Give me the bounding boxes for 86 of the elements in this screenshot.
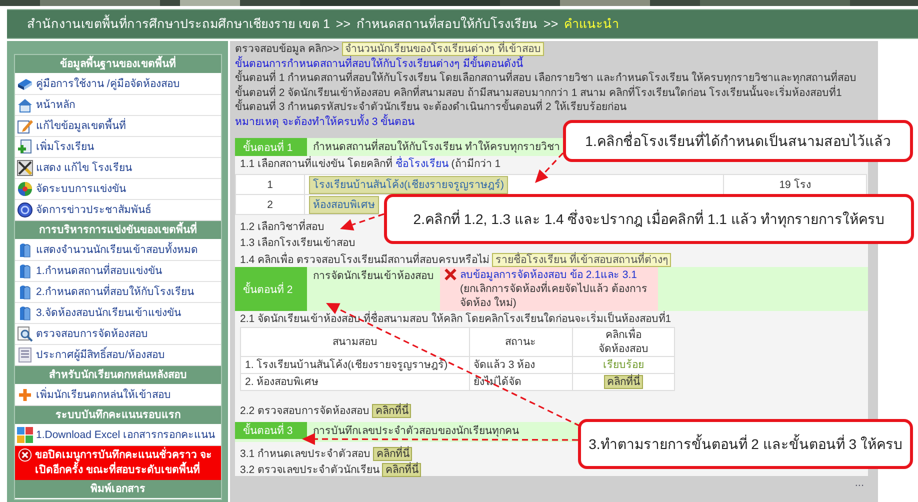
document-plus-icon xyxy=(17,139,33,155)
globe-icon xyxy=(17,181,33,197)
more-text: ... xyxy=(854,477,864,489)
steps-heading: ขั้นตอนการกำหนดสถานที่สอบให้กับโรงเรียนต่างๆ มีขั้นตอนดังนี้ xyxy=(235,56,524,70)
dashed-arrow xyxy=(535,152,564,183)
instruction-text: 1.3 เลือกโรงเรียนเข้าสอบ xyxy=(239,236,357,251)
sidebar-item[interactable]: แสดงจำนวนนักเรียนเข้าสอบทั้งหมด xyxy=(15,240,221,261)
sidebar-item[interactable]: เพิ่มโรงเรียน xyxy=(15,137,221,158)
sidebar-item[interactable]: 2.กำหนดสถานที่สอบให้กับโรงเรียน xyxy=(15,282,221,303)
document-stack-icon xyxy=(17,305,33,321)
note-text: หมายเหตุ จะต้องทำให้ครบทั้ง 3 ขั้นตอน xyxy=(235,114,416,129)
sidebar-item[interactable]: 1.Download Excel เอกสารกรอกคะแนน xyxy=(15,425,221,446)
status-text: เรียบร้อย xyxy=(602,359,644,371)
instruction-text: 1.2 เลือกวิชาที่สอบ xyxy=(239,219,326,235)
table-cell: 2. ห้องสอบพิเศษ xyxy=(240,374,469,390)
callout: 2.คลิกที่ 1.2, 1.3 และ 1.4 ซึ่งจะปรากฎ เมื่อคลิกที่ 1.1 แล้ว ทำทุกรายการให้ครบ xyxy=(384,194,914,244)
plus-icon xyxy=(17,387,33,403)
tools-icon xyxy=(17,160,33,176)
document-stack-icon xyxy=(17,263,33,279)
note-text: (ยกเลิกการจัดห้องที่เคยจัดไปแล้ว ต้องการจัดห้อง ใหม่) xyxy=(460,282,648,310)
instruction-text: 3.1 กำหนดเลขประจำตัวสอบ คลิกที่นี่ xyxy=(235,446,418,462)
dashed-arrow xyxy=(340,213,384,230)
instruction-text: 1.4 คลิกเพื่อ ตรวจสอบโรงเรียนมีสถานที่สอบครบหรือไม่ รายชื่อโรงเรียน ที่เข้าสอบสถานที่ต่างๆ xyxy=(235,251,676,267)
list-icon xyxy=(17,347,33,363)
breadcrumb-link[interactable]: กำหนดสถานที่สอบให้กับโรงเรียน xyxy=(356,14,538,34)
sidebar-item[interactable]: 1.กำหนดสถานที่สอบแข่งขัน xyxy=(15,261,221,282)
step-title: การจัดนักเรียนเข้าห้องสอบ xyxy=(312,269,435,284)
school-list-link[interactable]: รายชื่อโรงเรียน ที่เข้าสอบสถานที่ต่างๆ xyxy=(492,253,672,267)
table-cell: 1 xyxy=(236,174,304,194)
instruction-text: 2.1 จัดนักเรียนเข้าห้องสอบ ที่ชื่อสนามสอบ ให้คลิก โดยคลิกโรงเรียนใดก่อนจะเริ่มเป็นห้องสอบที่1 xyxy=(239,311,672,327)
section-header: ข้อมูลพื้นฐานของเขตพื้นที่ xyxy=(15,55,221,74)
callout: 1.คลิกชื่อโรงเรียนที่ได้กำหนดเป็นสนามสอบไว้แล้ว xyxy=(563,120,913,162)
click-here-button[interactable]: คลิกที่นี่ xyxy=(382,463,422,477)
sidebar-item[interactable]: แสดง แก้ไข โรงเรียน xyxy=(15,158,221,179)
sidebar-item[interactable]: จัดระบบการแข่งขัน xyxy=(15,179,221,200)
page-title: สำนักงานเขตพื้นที่การศึกษาประถมศึกษาเชียงราย เขต 1 xyxy=(27,14,330,34)
click-here-button[interactable]: คลิกที่นี่ xyxy=(604,375,643,389)
column-header: สถานะ xyxy=(469,328,572,356)
column-header: สนามสอบ xyxy=(240,328,469,356)
sidebar-item[interactable]: แก้ไขข้อมูลเขตพื้นที่ xyxy=(15,116,221,137)
step-badge: ขั้นตอนที่ 2 xyxy=(235,267,307,311)
step-badge: ขั้นตอนที่ 1 xyxy=(235,138,307,156)
section-header: พิมพ์เอกสาร xyxy=(15,480,221,499)
document-stack-icon xyxy=(17,284,33,300)
sidebar-item[interactable]: ประกาศผู้มีสิทธิ์สอบ/ห้องสอบ xyxy=(15,345,221,366)
school-link[interactable]: ห้องสอบพิเศษ xyxy=(309,196,379,214)
document-stack-icon xyxy=(17,242,33,258)
sidebar-item[interactable]: เพิ่มนักเรียนตกหล่นให้เข้าสอบ xyxy=(15,385,221,406)
step-title: การบันทึกเลขประจำตัวสอบของนักเรียนทุกคน xyxy=(312,424,520,439)
breadcrumb-link[interactable]: คำแนะนำ xyxy=(564,14,620,34)
sidebar-item[interactable]: จัดการข่าวประชาสัมพันธ์ xyxy=(15,200,221,221)
school-name-link[interactable]: ชื่อโรงเรียน xyxy=(395,158,448,170)
instruction-text: ขั้นตอนที่ 3 กำหนดรหัสประจำตัวนักเรียน จะต้องดำเนินการขั้นตอนที่ 2 ให้เรียบร้อยก่อน xyxy=(235,100,628,114)
breadcrumb-separator: >> xyxy=(544,17,558,31)
delete-icon xyxy=(444,268,457,281)
disc-icon xyxy=(17,202,33,218)
instruction-text: 2.2 ตรวจสอบการจัดห้องสอบ คลิกที่นี่ xyxy=(235,403,416,419)
click-here-button[interactable]: คลิกที่นี่ xyxy=(372,404,412,418)
step-title: กำหนดสถานที่สอบให้กับโรงเรียน ทำให้ครบทุกรายวิชา xyxy=(312,138,561,155)
column-header: คลิกเพื่อ จัดห้องสอบ xyxy=(572,328,674,356)
magnifier-icon xyxy=(17,326,33,342)
pencil-icon xyxy=(17,118,33,134)
section-header: การบริหารการแข่งขันของเขตพื้นที่ xyxy=(15,221,221,240)
table-cell: 1. โรงเรียนบ้านสันโค้ง(เชียงรายจรูญราษฎร์) xyxy=(240,356,469,374)
section-header: สำหรับนักเรียนตกหล่นหลังสอบ xyxy=(15,366,221,385)
instruction-text: 3.2 ตรวจเลขประจำตัวนักเรียน คลิกที่นี่ xyxy=(235,462,426,478)
prompt-text: ตรวจสอบข้อมูล คลิก>> xyxy=(235,43,340,55)
table-cell: 2 xyxy=(236,194,304,214)
instruction-text: ขั้นตอนที่ 1 กำหนดสถานที่สอบให้กับโรงเรียน โดยเลือกสถานที่สอบ เลือกรายวิชา และกำหนดโรงเรียน ให้ครบทุกรายวิชาและทุกสถานที่สอบ xyxy=(235,71,858,85)
table-cell: จัดแล้ว 3 ห้อง xyxy=(469,356,572,374)
click-here-button[interactable]: คลิกที่นี่ xyxy=(373,447,412,461)
error-icon xyxy=(18,448,32,462)
callout: 3.ทำตามรายการขั้นตอนที่ 2 และขั้นตอนที่ 3 ให้ครบ xyxy=(578,419,913,469)
notice-text: ขอปิดเมนูการบันทึกคะแนนชั่วคราว จะเปิดอีกครั้ง ขณะที่สอบระดับเขตพื้นที่ xyxy=(35,448,218,478)
report-link[interactable]: จำนวนนักเรียนของโรงเรียนต่างๆ ที่เข้าสอบ xyxy=(342,42,544,56)
delete-link[interactable]: ลบข้อมูลการจัดห้องสอบ ข้อ 2.1และ 3.1 xyxy=(460,269,637,281)
instruction-text: ขั้นตอนที่ 2 จัดนักเรียนเข้าห้องสอบ คลิกที่สนามสอบ ถ้ามีสนามสอบมากกว่า 1 สนาม คลิกที่โรงเรียนใดก่อน โรงเรียนนั้นจะเริ่มห้องสอบที่1 xyxy=(235,86,843,99)
school-link[interactable]: โรงเรียนบ้านสันโค้ง(เชียงรายจรูญราษฎร์) xyxy=(309,176,508,194)
house-icon xyxy=(17,97,33,113)
instruction-text: 1.1 เลือกสถานที่แข่งขัน โดยคลิกที่ ชื่อโรงเรียน (ถ้ามีกว่า 1 xyxy=(239,156,502,172)
book-icon xyxy=(17,76,33,92)
section-header: ระบบบันทึกคะแนนรอบแรก xyxy=(15,406,221,425)
step-badge: ขั้นตอนที่ 3 xyxy=(235,422,307,439)
breadcrumb-separator: >> xyxy=(336,17,351,31)
tiles-icon xyxy=(17,427,33,443)
sidebar-item[interactable]: ตรวจสอบการจัดห้องสอบ xyxy=(15,324,221,345)
